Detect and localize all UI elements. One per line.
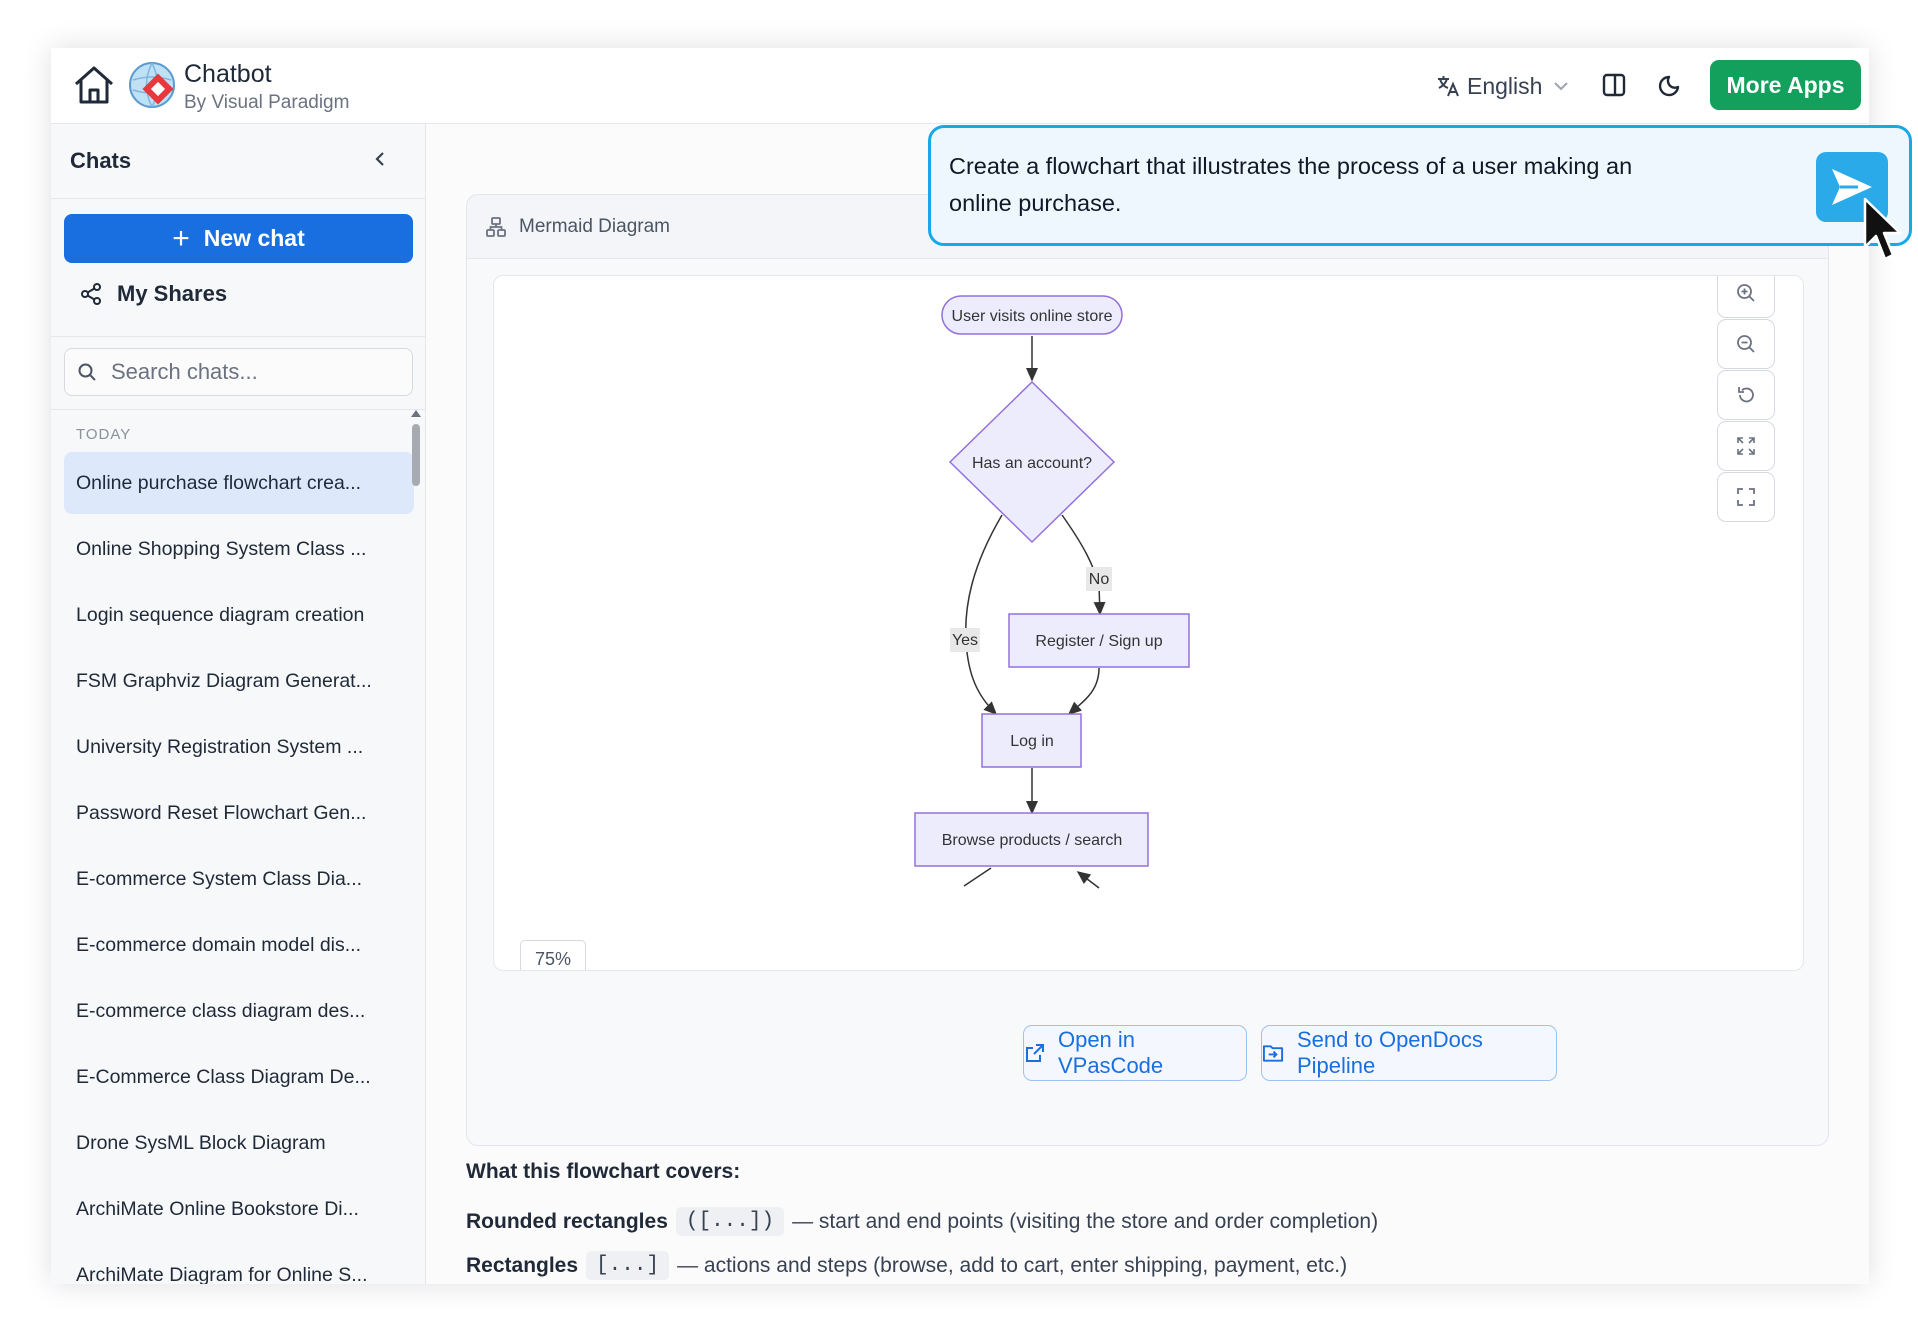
node-decision-label: Has an account? [972, 455, 1092, 472]
zoom-out-icon [1737, 335, 1755, 353]
sidebar: Chats + New chat My Shares TODAY Online [51, 124, 426, 1284]
zoom-in-button[interactable] [1717, 276, 1775, 318]
covers-term: Rectangles [466, 1253, 579, 1277]
zoom-out-button[interactable] [1717, 319, 1775, 369]
panel-toggle-icon[interactable] [1601, 72, 1627, 98]
chat-item[interactable]: E-commerce class diagram des... [64, 980, 414, 1042]
edge-label-yes: Yes [952, 632, 978, 649]
reset-icon [1738, 387, 1754, 403]
share-icon [81, 283, 101, 305]
covers-term: Rounded rectangles [466, 1209, 668, 1233]
flowchart: User visits online store Has an account?… [914, 295, 1190, 889]
node-login-label: Log in [1010, 733, 1054, 750]
edge-browse-in [1076, 871, 1100, 889]
edge-yes [964, 514, 1003, 716]
chevron-left-icon[interactable] [369, 148, 391, 170]
group-label-today: TODAY [76, 426, 132, 443]
chevron-down-icon [1554, 82, 1569, 91]
diagram-canvas[interactable]: User visits online store Has an account?… [493, 275, 1804, 971]
chat-list: Online purchase flowchart crea... Online… [64, 452, 414, 1284]
open-in-vpascode-button[interactable]: Open in VPasCode [1023, 1025, 1247, 1081]
mouse-cursor-icon [1863, 197, 1902, 261]
chat-item[interactable]: FSM Graphviz Diagram Generat... [64, 650, 414, 712]
search-box[interactable] [64, 348, 413, 396]
fullscreen-icon [1737, 488, 1755, 506]
top-bar: Chatbot By Visual Paradigm English More … [51, 48, 1869, 124]
card-title: Mermaid Diagram [519, 215, 670, 237]
edge-register-login [1067, 667, 1100, 715]
divider [51, 409, 425, 410]
language-selector[interactable]: English [1435, 70, 1578, 102]
node-start-label: User visits online store [952, 308, 1113, 325]
plus-icon: + [172, 221, 190, 255]
main-content: Mermaid Diagram User visits online store… [426, 124, 1869, 1284]
search-icon [78, 363, 96, 381]
chat-item[interactable]: E-commerce domain model dis... [64, 914, 414, 976]
new-chat-label: New chat [203, 225, 305, 251]
sidebar-title: Chats [70, 148, 132, 173]
folder-import-icon [1262, 1045, 1284, 1062]
chat-item[interactable]: E-commerce System Class Dia... [64, 848, 414, 910]
fullscreen-button[interactable] [1717, 472, 1775, 522]
covers-line: Rectangles [...] — actions and steps (br… [466, 1251, 1347, 1280]
fit-view-button[interactable] [1717, 421, 1775, 471]
new-chat-button[interactable]: + New chat [64, 214, 413, 263]
translate-icon [1438, 76, 1459, 97]
my-shares-link[interactable]: My Shares [79, 274, 227, 314]
chat-item[interactable]: Password Reset Flowchart Gen... [64, 782, 414, 844]
chat-item[interactable]: ArchiMate Diagram for Online S... [64, 1244, 414, 1285]
covers-code: ([...]) [675, 1207, 785, 1236]
prompt-text: Create a flowchart that illustrates the … [949, 153, 1633, 216]
open-in-vpascode-label: Open in VPasCode [1057, 1027, 1164, 1078]
edge-browse-out [963, 867, 992, 887]
reset-view-button[interactable] [1717, 370, 1775, 420]
chat-item-active[interactable]: Online purchase flowchart crea... [64, 452, 414, 514]
covers-desc: — start and end points (visiting the sto… [792, 1209, 1379, 1233]
visual-paradigm-logo [129, 62, 175, 108]
my-shares-label: My Shares [117, 281, 228, 306]
divider [51, 336, 425, 337]
diagram-icon [486, 216, 506, 237]
zoom-level-badge: 75% [520, 940, 586, 970]
divider [51, 198, 425, 199]
send-to-opendocs-label: Send to OpenDocs Pipeline [1297, 1027, 1483, 1078]
expand-arrows-icon [1737, 437, 1755, 455]
covers-desc: — actions and steps (browse, add to cart… [677, 1253, 1348, 1277]
more-apps-button[interactable]: More Apps [1710, 60, 1861, 110]
covers-code: [...] [586, 1251, 670, 1280]
zoom-in-icon [1737, 284, 1755, 302]
diagram-card: Mermaid Diagram User visits online store… [466, 194, 1829, 1146]
language-label: English [1467, 72, 1543, 99]
chat-item[interactable]: Login sequence diagram creation [64, 584, 414, 646]
edge-no [1061, 514, 1106, 616]
chat-item[interactable]: University Registration System ... [64, 716, 414, 778]
node-browse-label: Browse products / search [942, 832, 1123, 849]
send-to-opendocs-button[interactable]: Send to OpenDocs Pipeline [1261, 1025, 1557, 1081]
external-link-icon [1025, 1044, 1044, 1062]
chat-item[interactable]: Drone SysML Block Diagram [64, 1112, 414, 1174]
node-register-label: Register / Sign up [1035, 633, 1162, 650]
covers-heading: What this flowchart covers: [466, 1160, 741, 1183]
chat-item[interactable]: ArchiMate Online Bookstore Di... [64, 1178, 414, 1240]
app-subtitle: By Visual Paradigm [184, 92, 350, 113]
prompt-bubble[interactable]: Create a flowchart that illustrates the … [928, 125, 1912, 246]
sidebar-scrollbar[interactable] [412, 424, 420, 486]
moon-icon[interactable] [1658, 72, 1684, 98]
home-icon[interactable] [71, 62, 117, 108]
chat-item[interactable]: Online Shopping System Class ... [64, 518, 414, 580]
app-title: Chatbot [184, 60, 272, 88]
covers-line: Rounded rectangles ([...]) — start and e… [466, 1207, 1378, 1236]
chat-item[interactable]: E-Commerce Class Diagram De... [64, 1046, 414, 1108]
scroll-up-arrow[interactable] [411, 410, 421, 417]
search-input[interactable] [109, 358, 383, 386]
edge-label-no: No [1089, 571, 1110, 588]
